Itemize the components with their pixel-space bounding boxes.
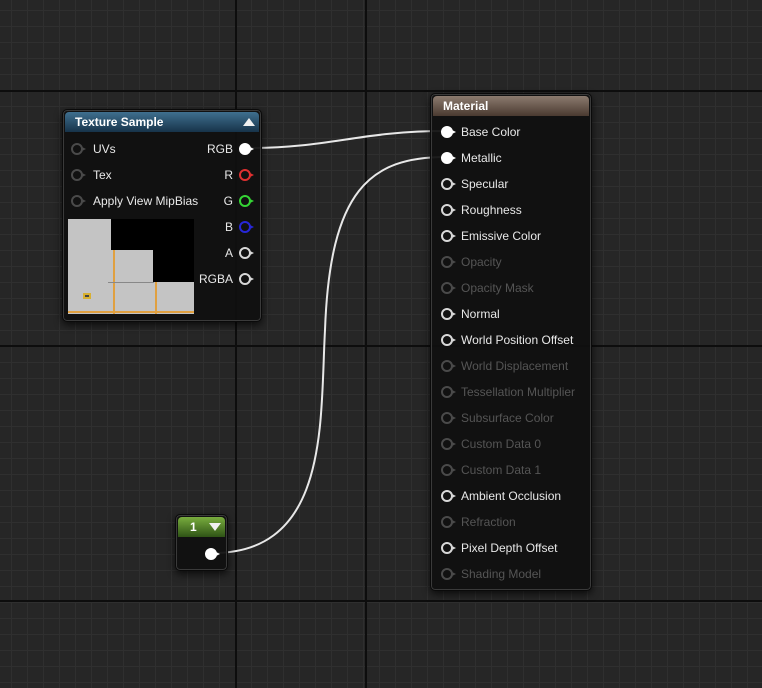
material-input-normal[interactable]: Normal (441, 305, 500, 323)
output-g[interactable]: G (223, 192, 254, 210)
uvs-pin-icon[interactable] (71, 143, 86, 155)
input-label-mipbias: Apply View MipBias (93, 194, 199, 208)
opacity-mask-pin-icon[interactable] (441, 282, 456, 294)
material-input-emissive-color[interactable]: Emissive Color (441, 227, 541, 245)
material-node[interactable]: Material Base Color Metallic Specular Rough… (430, 93, 592, 591)
connection-wires (212, 130, 447, 554)
emissive-color-pin-icon[interactable] (441, 230, 456, 242)
mipbias-pin-icon[interactable] (71, 195, 86, 207)
pixel-depth-offset-pin-icon[interactable] (441, 542, 456, 554)
material-input-metallic[interactable]: Metallic (441, 149, 502, 167)
material-input-opacity[interactable]: Opacity (441, 253, 502, 271)
input-apply-view-mipbias[interactable]: Apply View MipBias (71, 192, 198, 210)
texture-preview-icon (68, 219, 194, 314)
input-tex[interactable]: Tex (71, 166, 112, 184)
material-input-custom-data-1[interactable]: Custom Data 1 (441, 461, 541, 479)
output-label-rgba: RGBA (198, 272, 233, 286)
material-input-label: Ambient Occlusion (461, 489, 562, 503)
output-r[interactable]: R (224, 166, 254, 184)
material-input-label: Normal (461, 307, 500, 321)
base-color-pin-icon[interactable] (441, 126, 456, 138)
material-input-label: Metallic (461, 151, 502, 165)
texture-sample-title: Texture Sample (75, 115, 164, 129)
g-pin-icon[interactable] (239, 195, 254, 207)
tex-pin-icon[interactable] (71, 169, 86, 181)
tessellation-multiplier-pin-icon[interactable] (441, 386, 456, 398)
material-input-shading-model[interactable]: Shading Model (441, 565, 541, 583)
material-input-label: Tessellation Multiplier (461, 385, 576, 399)
output-rgb[interactable]: RGB (206, 140, 254, 158)
material-input-label: Opacity (461, 255, 502, 269)
subsurface-color-pin-icon[interactable] (441, 412, 456, 424)
material-input-label: Custom Data 1 (461, 463, 542, 477)
material-input-label: Refraction (461, 515, 516, 529)
material-input-label: Base Color (461, 125, 521, 139)
output-label-b: B (224, 220, 233, 234)
custom-data-0-pin-icon[interactable] (441, 438, 456, 450)
output-rgba[interactable]: RGBA (198, 270, 254, 288)
output-label-rgb: RGB (206, 142, 233, 156)
input-label-tex: Tex (93, 168, 112, 182)
constant-header[interactable]: 1 (178, 517, 225, 537)
material-input-refraction[interactable]: Refraction (441, 513, 516, 531)
material-input-label: Emissive Color (461, 229, 542, 243)
output-label-a: A (224, 246, 233, 260)
material-input-roughness[interactable]: Roughness (441, 201, 522, 219)
material-input-pixel-depth-offset[interactable]: Pixel Depth Offset (441, 539, 558, 557)
material-title: Material (443, 99, 489, 113)
material-input-base-color[interactable]: Base Color (441, 123, 520, 141)
specular-pin-icon[interactable] (441, 178, 456, 190)
material-input-label: Subsurface Color (461, 411, 554, 425)
material-input-ambient-occlusion[interactable]: Ambient Occlusion (441, 487, 561, 505)
a-pin-icon[interactable] (239, 247, 254, 259)
constant-node[interactable]: 1 (175, 514, 228, 571)
opacity-pin-icon[interactable] (441, 256, 456, 268)
material-input-tessellation-multiplier[interactable]: Tessellation Multiplier (441, 383, 575, 401)
material-input-label: Specular (461, 177, 509, 191)
output-label-g: G (223, 194, 233, 208)
constant-output[interactable] (205, 545, 220, 563)
material-input-label: World Position Offset (461, 333, 574, 347)
material-input-world-displacement[interactable]: World Displacement (441, 357, 568, 375)
material-input-subsurface-color[interactable]: Subsurface Color (441, 409, 554, 427)
metallic-pin-icon[interactable] (441, 152, 456, 164)
rgba-pin-icon[interactable] (239, 273, 254, 285)
custom-data-1-pin-icon[interactable] (441, 464, 456, 476)
material-input-custom-data-0[interactable]: Custom Data 0 (441, 435, 541, 453)
expand-arrow-icon[interactable] (209, 523, 221, 531)
material-input-label: Opacity Mask (461, 281, 534, 295)
rgb-pin-icon[interactable] (239, 143, 254, 155)
world-position-offset-pin-icon[interactable] (441, 334, 456, 346)
material-input-label: World Displacement (461, 359, 569, 373)
collapse-arrow-icon[interactable] (243, 118, 255, 126)
material-input-world-position-offset[interactable]: World Position Offset (441, 331, 573, 349)
b-pin-icon[interactable] (239, 221, 254, 233)
output-label-r: R (224, 168, 233, 182)
constant-output-pin-icon[interactable] (205, 548, 220, 560)
material-input-opacity-mask[interactable]: Opacity Mask (441, 279, 534, 297)
wire-rgb-to-base-color[interactable] (249, 130, 447, 149)
texture-sample-node[interactable]: Texture Sample UVs Tex Apply View MipBia… (62, 109, 262, 322)
constant-value: 1 (190, 520, 197, 534)
texture-sample-header[interactable]: Texture Sample (65, 112, 259, 132)
shading-model-pin-icon[interactable] (441, 568, 456, 580)
normal-pin-icon[interactable] (441, 308, 456, 320)
roughness-pin-icon[interactable] (441, 204, 456, 216)
output-b[interactable]: B (224, 218, 254, 236)
material-input-label: Custom Data 0 (461, 437, 542, 451)
refraction-pin-icon[interactable] (441, 516, 456, 528)
material-header[interactable]: Material (433, 96, 589, 116)
material-input-label: Roughness (461, 203, 522, 217)
material-input-label: Pixel Depth Offset (461, 541, 558, 555)
output-a[interactable]: A (224, 244, 254, 262)
input-uvs[interactable]: UVs (71, 140, 116, 158)
ambient-occlusion-pin-icon[interactable] (441, 490, 456, 502)
input-label-uvs: UVs (93, 142, 116, 156)
material-input-specular[interactable]: Specular (441, 175, 508, 193)
r-pin-icon[interactable] (239, 169, 254, 181)
world-displacement-pin-icon[interactable] (441, 360, 456, 372)
material-input-label: Shading Model (461, 567, 542, 581)
